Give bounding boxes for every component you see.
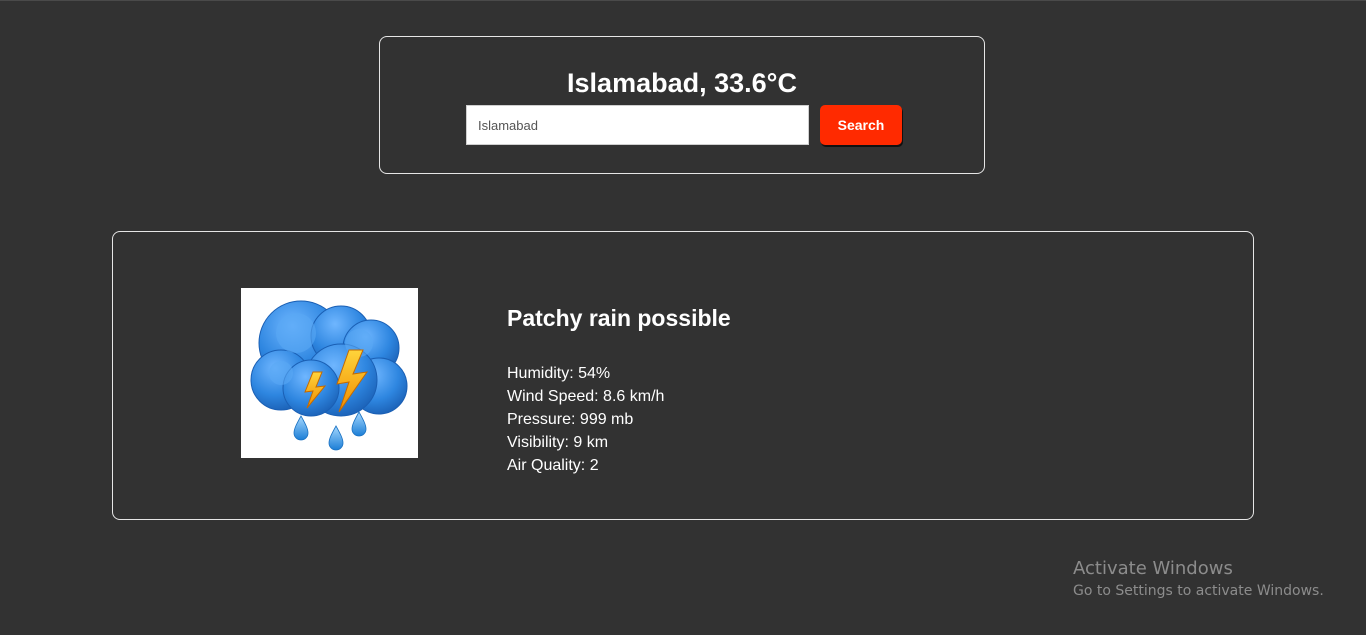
thunderstorm-rain-icon	[241, 288, 418, 458]
activate-windows-watermark: Activate Windows Go to Settings to activ…	[1073, 558, 1324, 602]
humidity-value: Humidity: 54%	[507, 365, 611, 382]
top-divider	[0, 0, 1366, 1]
city-temperature-title: Islamabad, 33.6°C	[567, 68, 797, 98]
search-card: Islamabad, 33.6°C Search	[379, 36, 985, 174]
city-search-input[interactable]	[466, 105, 809, 145]
air-quality-value: Air Quality: 2	[507, 457, 599, 474]
weather-details: Humidity: 54% Wind Speed: 8.6 km/h Press…	[507, 362, 664, 477]
watermark-title: Activate Windows	[1073, 558, 1233, 579]
visibility-value: Visibility: 9 km	[507, 434, 609, 451]
wind-speed-value: Wind Speed: 8.6 km/h	[507, 388, 665, 405]
pressure-value: Pressure: 999 mb	[507, 411, 634, 428]
search-button[interactable]: Search	[820, 105, 902, 145]
watermark-subtitle: Go to Settings to activate Windows.	[1073, 583, 1324, 599]
weather-card: Patchy rain possible Humidity: 54% Wind …	[112, 231, 1254, 520]
weather-condition: Patchy rain possible	[507, 305, 731, 331]
